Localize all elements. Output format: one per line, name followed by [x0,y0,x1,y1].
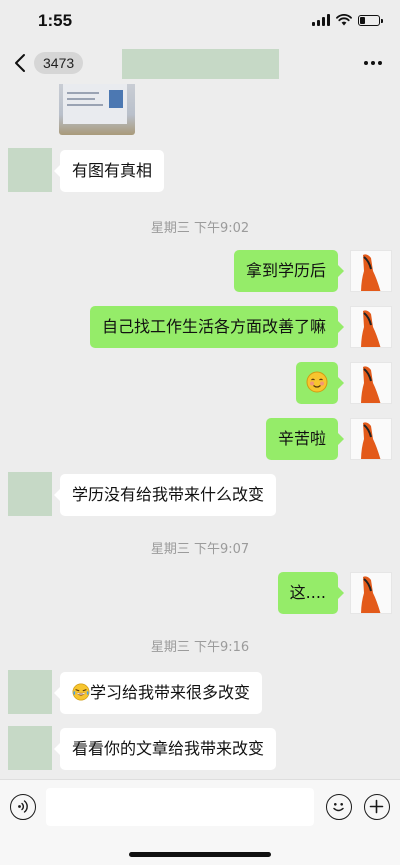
message-bubble-incoming[interactable]: 有图有真相 [53,150,165,192]
timestamp: 星期三 下午9:07 [150,542,250,557]
unread-count-badge: 3473 [34,52,84,74]
status-icons [312,14,383,26]
wifi-icon [336,14,352,26]
message-bubble-outgoing[interactable]: 辛苦啦 [265,418,345,460]
status-bar: 1:55 [0,0,400,44]
chevron-left-icon [10,50,30,76]
contact-avatar[interactable] [8,472,52,516]
home-indicator [129,852,271,857]
more-functions-button[interactable] [364,794,390,820]
message-bubble-incoming[interactable]: 学历没有给我带来什么改变 [53,474,277,516]
emoji-button[interactable] [326,794,352,820]
message-bubble-outgoing[interactable]: 这.... [277,572,345,614]
cellular-signal-icon [312,14,330,26]
message-bubble-outgoing[interactable]: 拿到学历后 [233,250,345,292]
voice-input-button[interactable] [10,794,36,820]
chat-header: 3473 [0,44,400,84]
tears-of-joy-emoji-icon [72,683,90,701]
contact-avatar[interactable] [8,670,52,714]
message-bubble-outgoing[interactable]: 自己找工作生活各方面改善了嘛 [89,306,345,348]
blush-smile-emoji-icon [306,371,328,393]
my-avatar[interactable] [350,418,392,460]
my-avatar[interactable] [350,306,392,348]
contact-avatar[interactable] [8,726,52,770]
message-bubble-outgoing[interactable] [296,362,344,404]
redacted-chat-title [122,49,279,79]
my-avatar[interactable] [350,362,392,404]
my-avatar[interactable] [350,250,392,292]
image-message[interactable] [59,84,135,135]
contact-avatar[interactable] [8,148,52,192]
more-options-button[interactable] [364,61,382,65]
emoji-icon [333,803,344,812]
timestamp: 星期三 下午9:02 [150,221,250,236]
message-list[interactable]: 有图有真相 星期三 下午9:02 拿到学历后 自己找工作生活各方面改善了嘛 辛苦… [0,84,400,779]
battery-icon [358,14,383,26]
voice-icon [18,800,28,813]
back-button[interactable]: 3473 [10,50,84,76]
plus-icon [369,799,384,814]
my-avatar[interactable] [350,572,392,614]
timestamp: 星期三 下午9:16 [150,640,250,655]
message-text: 学习给我带来很多改变 [90,683,251,702]
message-bubble-incoming[interactable]: 学习给我带来很多改变 [53,672,263,714]
message-input[interactable] [46,788,314,826]
status-time: 1:55 [38,11,73,30]
message-bubble-incoming[interactable]: 看看你的文章给我带来改变 [53,728,277,770]
